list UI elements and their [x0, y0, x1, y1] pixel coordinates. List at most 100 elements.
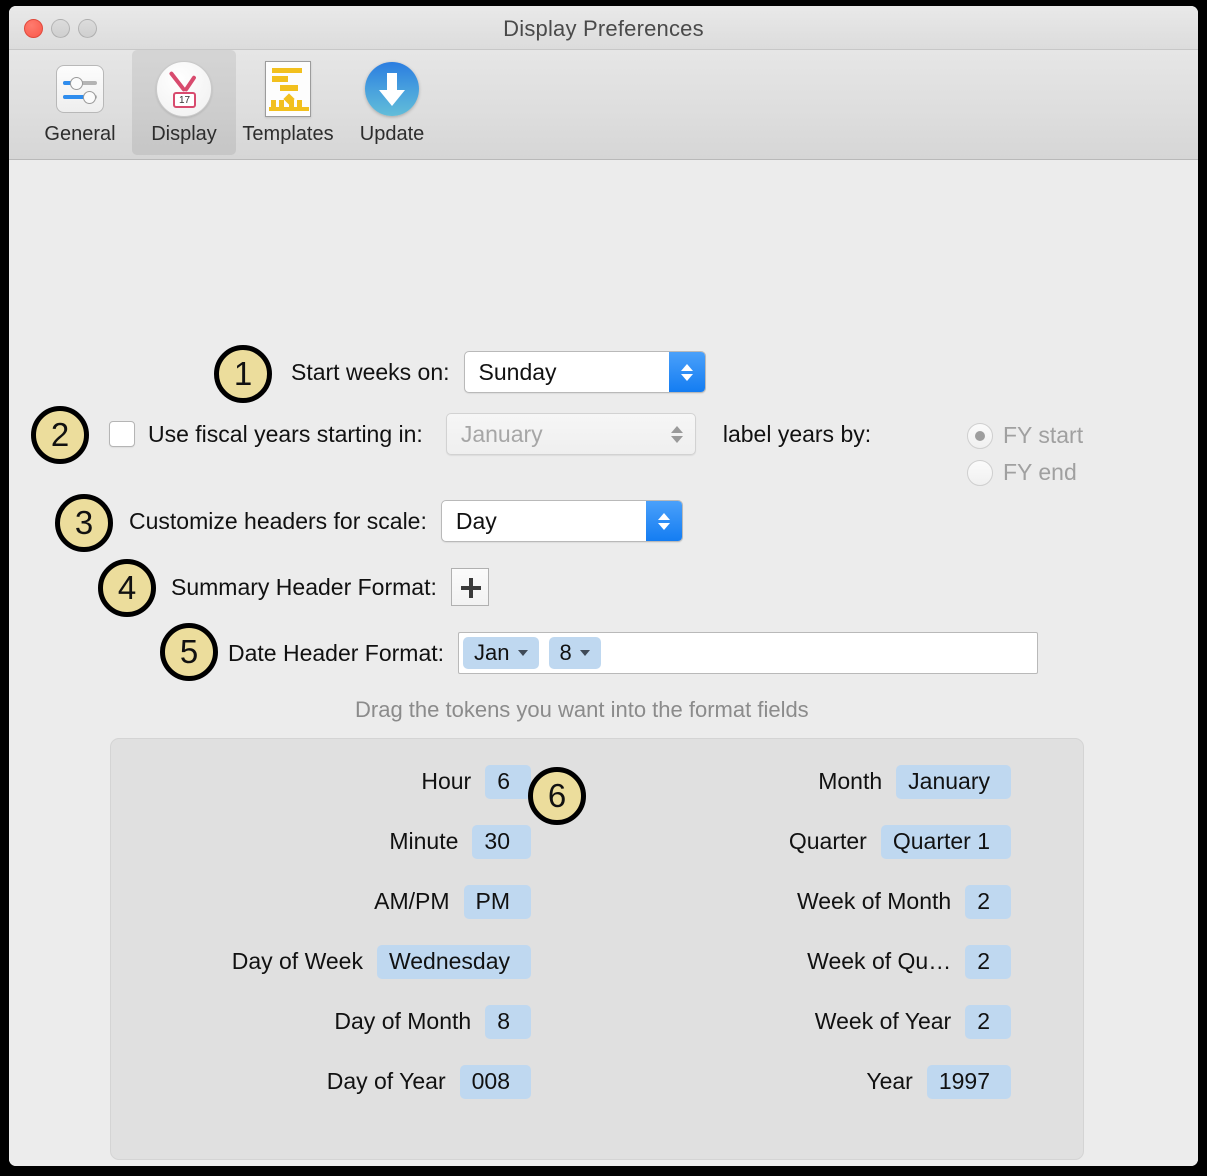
screen: Display Preferences General 17 Display T… [0, 0, 1207, 1176]
toolbar-item-display[interactable]: 17 Display [132, 50, 236, 155]
date-header-format-field[interactable]: Jan 8 [458, 632, 1039, 674]
label-years-by-label: label years by: [722, 420, 872, 447]
date-header-row: Date Header Format: Jan 8 [228, 632, 1039, 674]
token-row-month: Month January [818, 761, 1011, 802]
callout-5: 5 [160, 623, 218, 681]
token-column-left: Hour 6 Minute 30 AM/PM PM Day of Week We… [111, 761, 531, 1102]
fiscal-years-label: Use fiscal years starting in: [148, 420, 423, 447]
token-label-day-of-week: Day of Week [231, 948, 363, 974]
token-palette-panel: Hour 6 Minute 30 AM/PM PM Day of Week We… [110, 738, 1084, 1160]
token-row-ampm: AM/PM PM [374, 881, 531, 922]
date-token-month-label: Jan [474, 640, 510, 665]
toolbar-label-display: Display [151, 123, 217, 145]
token-row-day-of-month: Day of Month 8 [334, 1001, 531, 1042]
toolbar: General 17 Display Templates Update [9, 50, 1198, 160]
fy-end-label: FY end [1003, 459, 1077, 485]
chevron-down-icon[interactable] [517, 650, 528, 656]
sliders-icon [56, 58, 104, 120]
callout-3: 3 [55, 494, 113, 552]
token-row-year: Year 1997 [866, 1061, 1011, 1102]
token-label-ampm: AM/PM [374, 888, 450, 914]
date-token-month[interactable]: Jan [463, 637, 539, 669]
start-weeks-row: Start weeks on: Sunday [291, 351, 706, 393]
token-row-minute: Minute 30 [389, 821, 531, 862]
toolbar-item-general[interactable]: General [28, 50, 132, 155]
token-label-minute: Minute [389, 828, 459, 854]
token-label-week-of-month: Week of Month [796, 888, 952, 914]
token-week-of-quarter[interactable]: 2 [965, 944, 1011, 979]
token-label-day-of-year: Day of Year [326, 1068, 446, 1094]
token-label-month: Month [818, 768, 883, 794]
token-year[interactable]: 1997 [926, 1064, 1011, 1099]
titlebar: Display Preferences [9, 6, 1198, 50]
token-week-of-month[interactable]: 2 [965, 884, 1011, 919]
toolbar-item-update[interactable]: Update [340, 50, 444, 155]
preferences-window: Display Preferences General 17 Display T… [9, 6, 1198, 1166]
fiscal-years-checkbox[interactable] [109, 421, 135, 447]
fiscal-month-popup[interactable]: January [445, 413, 696, 455]
token-ampm[interactable]: PM [463, 884, 531, 919]
token-day-of-month-value: 8 [497, 1008, 510, 1034]
fy-radio-group: FY start FY end [967, 422, 1083, 486]
start-weeks-label: Start weeks on: [291, 358, 450, 385]
customize-headers-value: Day [455, 507, 497, 534]
token-row-day-of-year: Day of Year 008 [327, 1061, 531, 1102]
customize-headers-stepper[interactable] [645, 501, 682, 541]
fy-start-radio[interactable] [967, 422, 993, 449]
token-quarter[interactable]: Quarter 1 [880, 824, 1011, 859]
customize-headers-popup[interactable]: Day [440, 500, 683, 542]
summary-header-row: Summary Header Format: [171, 568, 489, 606]
toolbar-label-update: Update [359, 123, 425, 145]
token-minute[interactable]: 30 [472, 824, 531, 859]
download-arrow-icon [365, 58, 419, 120]
start-weeks-popup[interactable]: Sunday [463, 351, 706, 393]
token-day-of-year[interactable]: 008 [459, 1064, 531, 1099]
fiscal-month-value: January [460, 420, 543, 447]
token-day-of-month[interactable]: 8 [485, 1004, 531, 1039]
fy-end-radio[interactable] [967, 459, 993, 486]
token-row-hour: Hour 6 [421, 761, 531, 802]
token-hour-value: 6 [497, 768, 510, 794]
token-row-day-of-week: Day of Week Wednesday [232, 941, 531, 982]
fy-start-option[interactable]: FY start [967, 422, 1083, 449]
add-summary-token-button[interactable] [450, 568, 489, 606]
fy-start-label: FY start [1003, 422, 1084, 448]
token-day-of-week[interactable]: Wednesday [376, 944, 531, 979]
token-year-value: 1997 [938, 1068, 990, 1094]
date-header-label: Date Header Format: [228, 639, 445, 666]
token-label-hour: Hour [421, 768, 472, 794]
callout-4: 4 [98, 559, 156, 617]
date-token-day-label: 8 [559, 640, 572, 665]
token-minute-value: 30 [484, 828, 510, 854]
toolbar-item-templates[interactable]: Templates [236, 50, 340, 155]
token-label-week-of-quarter: Week of Qu… [807, 948, 952, 974]
toolbar-label-general: General [44, 123, 116, 145]
callout-2: 2 [31, 406, 89, 464]
token-week-of-quarter-value: 2 [977, 948, 990, 974]
token-row-quarter: Quarter Quarter 1 [789, 821, 1011, 862]
token-week-of-month-value: 2 [977, 888, 990, 914]
customize-headers-row: Customize headers for scale: Day [129, 500, 683, 542]
token-quarter-value: Quarter 1 [892, 828, 990, 854]
fiscal-month-stepper[interactable] [659, 414, 695, 454]
token-label-week-of-year: Week of Year [814, 1008, 952, 1034]
token-row-week-of-year: Week of Year 2 [815, 1001, 1011, 1042]
token-day-of-week-value: Wednesday [388, 948, 510, 974]
drag-tokens-hint: Drag the tokens you want into the format… [355, 697, 809, 722]
toolbar-label-templates: Templates [242, 123, 334, 145]
chevron-down-icon[interactable] [579, 650, 590, 656]
date-token-day[interactable]: 8 [548, 637, 601, 669]
clock-calendar-icon: 17 [156, 58, 212, 120]
content-pane: 1 Start weeks on: Sunday 2 Use fiscal ye… [9, 160, 1198, 1166]
token-ampm-value: PM [475, 888, 511, 914]
start-weeks-stepper[interactable] [668, 352, 705, 392]
token-label-year: Year [866, 1068, 913, 1094]
token-hour[interactable]: 6 [485, 764, 531, 799]
token-label-quarter: Quarter [788, 828, 867, 854]
customize-headers-label: Customize headers for scale: [129, 507, 427, 534]
token-week-of-year[interactable]: 2 [965, 1004, 1011, 1039]
token-month[interactable]: January [896, 764, 1011, 799]
fy-end-option[interactable]: FY end [967, 459, 1083, 486]
token-month-value: January [908, 768, 990, 794]
token-row-week-of-month: Week of Month 2 [797, 881, 1011, 922]
